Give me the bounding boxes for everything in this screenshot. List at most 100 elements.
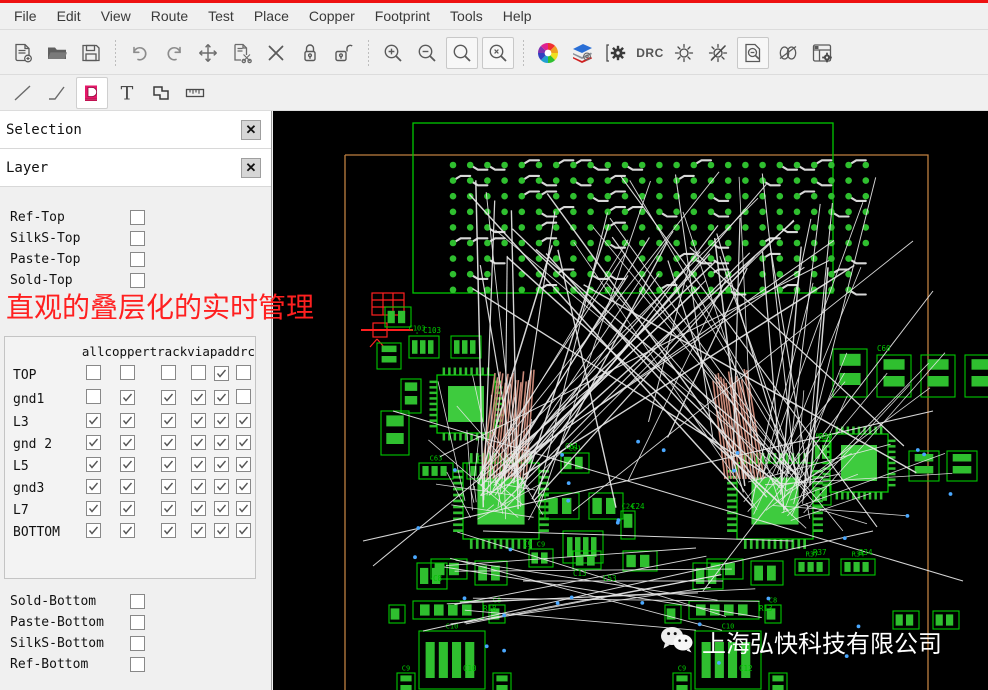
layer-row-paste-top[interactable]: Paste-Top — [0, 249, 271, 270]
matrix-checkbox-TOP-copper[interactable] — [119, 365, 135, 380]
matrix-checkbox-gnd3-copper[interactable] — [119, 479, 135, 494]
zoom-in-icon[interactable] — [378, 38, 408, 68]
unlock-icon[interactable] — [329, 38, 359, 68]
matrix-checkbox-L5-track[interactable] — [160, 457, 176, 472]
matrix-checkbox-TOP-all[interactable] — [85, 365, 101, 380]
matrix-cell[interactable] — [232, 387, 255, 411]
matrix-cell[interactable] — [210, 411, 233, 433]
brightness-on-icon[interactable] — [669, 38, 699, 68]
matrix-checkbox-gnd1-all[interactable] — [85, 389, 101, 404]
layer-row-silks-bottom[interactable]: SilkS-Bottom — [0, 633, 272, 654]
new-file-icon[interactable] — [8, 38, 38, 68]
matrix-cell[interactable] — [187, 499, 210, 521]
matrix-cell[interactable] — [232, 455, 255, 477]
matrix-checkbox-gnd2-copper[interactable] — [119, 435, 135, 450]
matrix-checkbox-BOTTOM-via[interactable] — [191, 523, 207, 538]
matrix-checkbox-BOTTOM-drc[interactable] — [236, 523, 252, 538]
matrix-checkbox-L7-track[interactable] — [160, 501, 176, 516]
layer-stack-icon[interactable] — [567, 38, 597, 68]
text-icon[interactable]: T — [112, 78, 142, 108]
matrix-checkbox-L5-drc[interactable] — [236, 457, 252, 472]
matrix-col-all[interactable]: all — [82, 343, 105, 363]
layer-row-ref-top[interactable]: Ref-Top — [0, 207, 271, 228]
layer-visibility-checkbox[interactable] — [130, 615, 145, 630]
matrix-checkbox-L5-copper[interactable] — [119, 457, 135, 472]
redo-icon[interactable] — [159, 38, 189, 68]
matrix-cell[interactable] — [104, 411, 149, 433]
matrix-checkbox-L3-track[interactable] — [160, 413, 176, 428]
matrix-checkbox-TOP-track[interactable] — [160, 365, 176, 380]
polygon-icon[interactable] — [146, 78, 176, 108]
matrix-checkbox-L7-drc[interactable] — [236, 501, 252, 516]
document-search-icon[interactable] — [737, 36, 769, 69]
menu-item-help[interactable]: Help — [493, 5, 542, 27]
matrix-checkbox-gnd2-pad[interactable] — [213, 435, 229, 450]
ratsnest-icon[interactable] — [773, 38, 803, 68]
matrix-col-via[interactable]: via — [187, 343, 210, 363]
matrix-checkbox-BOTTOM-all[interactable] — [85, 523, 101, 538]
layer-visibility-checkbox[interactable] — [130, 252, 145, 267]
matrix-cell[interactable] — [187, 387, 210, 411]
line-icon[interactable] — [8, 78, 38, 108]
lock-icon[interactable] — [295, 38, 325, 68]
matrix-checkbox-gnd3-drc[interactable] — [236, 479, 252, 494]
settings-gear-icon[interactable] — [601, 38, 631, 68]
matrix-cell[interactable] — [104, 387, 149, 411]
matrix-checkbox-gnd1-drc[interactable] — [236, 389, 252, 404]
menu-item-copper[interactable]: Copper — [299, 5, 365, 27]
pcb-canvas[interactable]: C103C63C68R30R37R34C61C24C9C8C10C9C8C10C… — [273, 111, 988, 690]
matrix-cell[interactable] — [150, 477, 188, 499]
matrix-cell[interactable] — [232, 477, 255, 499]
matrix-cell[interactable] — [150, 433, 188, 455]
layer-row-ref-bottom[interactable]: Ref-Bottom — [0, 654, 272, 675]
matrix-checkbox-L7-pad[interactable] — [213, 501, 229, 516]
matrix-col-pad[interactable]: pad — [210, 343, 233, 363]
matrix-cell[interactable] — [150, 387, 188, 411]
menu-item-route[interactable]: Route — [141, 5, 198, 27]
menu-item-edit[interactable]: Edit — [47, 5, 91, 27]
matrix-cell[interactable] — [104, 455, 149, 477]
matrix-cell[interactable] — [232, 521, 255, 543]
cut-icon[interactable] — [227, 38, 257, 68]
zoom-fit-icon[interactable] — [446, 36, 478, 69]
matrix-checkbox-L5-pad[interactable] — [213, 457, 229, 472]
menu-item-place[interactable]: Place — [244, 5, 299, 27]
close-icon[interactable]: ✕ — [241, 119, 261, 140]
matrix-checkbox-gnd2-all[interactable] — [85, 435, 101, 450]
matrix-checkbox-L7-via[interactable] — [191, 501, 207, 516]
menu-item-view[interactable]: View — [91, 5, 141, 27]
matrix-cell[interactable] — [104, 477, 149, 499]
layer-visibility-checkbox[interactable] — [130, 231, 145, 246]
matrix-cell[interactable] — [150, 455, 188, 477]
layer-row-silks-top[interactable]: SilkS-Top — [0, 228, 271, 249]
layer-visibility-checkbox[interactable] — [130, 210, 145, 225]
matrix-checkbox-gnd1-track[interactable] — [160, 390, 176, 405]
polyline-icon[interactable] — [42, 78, 72, 108]
matrix-checkbox-gnd1-copper[interactable] — [119, 390, 135, 405]
matrix-checkbox-L5-via[interactable] — [191, 457, 207, 472]
matrix-checkbox-gnd3-via[interactable] — [191, 479, 207, 494]
matrix-checkbox-L3-pad[interactable] — [213, 413, 229, 428]
matrix-cell[interactable] — [82, 499, 105, 521]
matrix-cell[interactable] — [210, 387, 233, 411]
matrix-checkbox-gnd2-track[interactable] — [160, 435, 176, 450]
matrix-checkbox-BOTTOM-copper[interactable] — [119, 523, 135, 538]
matrix-cell[interactable] — [187, 411, 210, 433]
matrix-cell[interactable] — [210, 521, 233, 543]
panel-config-icon[interactable] — [807, 38, 837, 68]
layer-visibility-checkbox[interactable] — [130, 657, 145, 672]
matrix-cell[interactable] — [104, 521, 149, 543]
zoom-out-icon[interactable] — [412, 38, 442, 68]
close-icon[interactable]: ✕ — [241, 157, 261, 178]
matrix-cell[interactable] — [82, 387, 105, 411]
matrix-checkbox-L7-all[interactable] — [85, 501, 101, 516]
matrix-cell[interactable] — [187, 433, 210, 455]
matrix-cell[interactable] — [210, 499, 233, 521]
matrix-cell[interactable] — [150, 499, 188, 521]
matrix-cell[interactable] — [187, 477, 210, 499]
layer-row-sold-bottom[interactable]: Sold-Bottom — [0, 591, 272, 612]
matrix-checkbox-TOP-via[interactable] — [191, 365, 207, 380]
matrix-col-drc[interactable]: drc — [232, 343, 255, 363]
matrix-checkbox-gnd1-pad[interactable] — [213, 390, 229, 405]
layer-visibility-checkbox[interactable] — [130, 594, 145, 609]
